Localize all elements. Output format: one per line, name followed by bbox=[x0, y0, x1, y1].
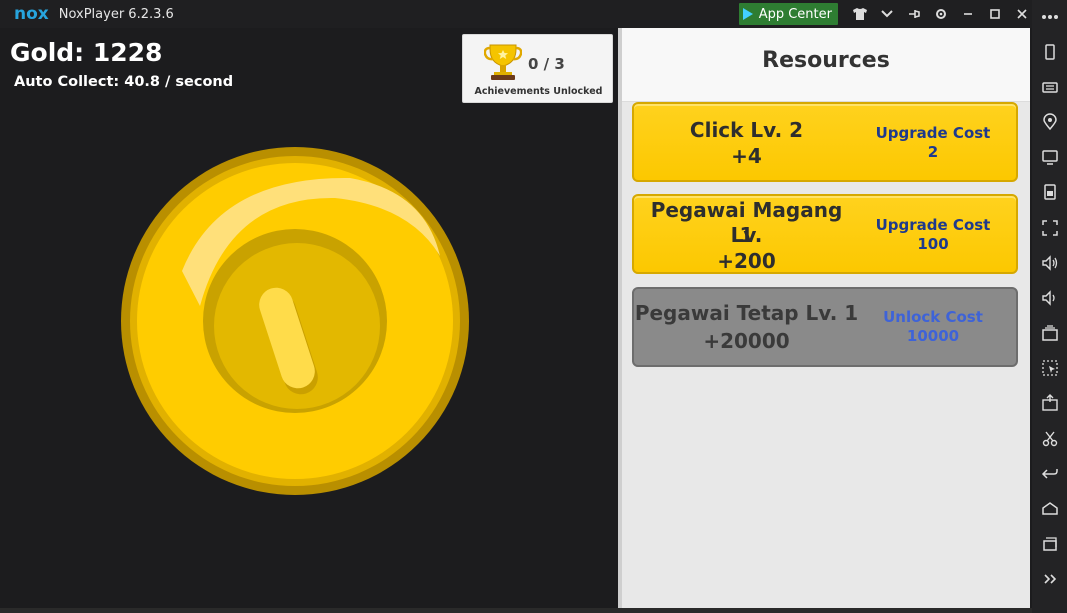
resources-header: Resources bbox=[622, 28, 1030, 102]
resource-card-pegawai-tetap-locked[interactable]: Pegawai Tetap Lv. 1 +20000 Unlock Cost 1… bbox=[632, 287, 1018, 367]
resource-name-level: 1 bbox=[739, 223, 754, 247]
resource-gain: +200 bbox=[717, 249, 776, 273]
scissors-icon[interactable] bbox=[1032, 421, 1067, 456]
resource-name: Pegawai Tetap Lv. 1 bbox=[634, 301, 859, 325]
nox-logo: nox bbox=[14, 4, 49, 24]
recent-apps-icon[interactable] bbox=[1032, 527, 1067, 562]
game-area: Gold: 1228 Auto Collect: 40.8 / second 0… bbox=[0, 28, 618, 608]
bottom-strip bbox=[0, 608, 1032, 613]
window-title: NoxPlayer 6.2.3.6 bbox=[58, 6, 174, 22]
cost-label: Upgrade Cost bbox=[875, 216, 991, 234]
resources-panel: Resources Click Lv. 2 +4 Upgrade Cost 2 … bbox=[622, 28, 1030, 608]
volume-down-icon[interactable] bbox=[1032, 280, 1067, 315]
cost-value: 100 bbox=[917, 235, 949, 253]
title-bar: nox NoxPlayer 6.2.3.6 App Center bbox=[0, 0, 1035, 28]
app-center-button[interactable]: App Center bbox=[738, 3, 838, 25]
pin-icon[interactable] bbox=[900, 0, 927, 28]
trophy-icon bbox=[484, 44, 522, 80]
cost-label: Upgrade Cost bbox=[875, 124, 991, 142]
more-icon[interactable] bbox=[1032, 6, 1067, 28]
title-bar-controls: App Center bbox=[738, 0, 1035, 28]
nox-player-window: nox NoxPlayer 6.2.3.6 App Center Gold: 1… bbox=[0, 0, 1067, 613]
achievements-count: 0 / 3 bbox=[528, 55, 565, 73]
apk-install-icon[interactable] bbox=[1032, 386, 1067, 421]
minimize-icon[interactable] bbox=[954, 0, 981, 28]
macro-icon[interactable] bbox=[1032, 351, 1067, 386]
chevron-down-icon[interactable] bbox=[873, 0, 900, 28]
cost-label: Unlock Cost bbox=[883, 308, 983, 326]
home-icon[interactable] bbox=[1032, 491, 1067, 526]
auto-collect-rate: Auto Collect: 40.8 / second bbox=[14, 74, 234, 90]
gold-coin-button[interactable] bbox=[120, 146, 470, 496]
cost-value: 2 bbox=[927, 143, 939, 161]
screen-icon[interactable] bbox=[1032, 140, 1067, 175]
multi-instance-icon[interactable] bbox=[1032, 316, 1067, 351]
achievements-label: Achievements Unlocked bbox=[474, 86, 603, 97]
play-store-icon bbox=[742, 8, 753, 20]
close-icon[interactable] bbox=[1008, 0, 1035, 28]
phone-rotate-icon[interactable] bbox=[1032, 34, 1067, 69]
resource-card-click[interactable]: Click Lv. 2 +4 Upgrade Cost 2 bbox=[632, 102, 1018, 182]
maximize-icon[interactable] bbox=[981, 0, 1008, 28]
resources-title: Resources bbox=[762, 48, 890, 73]
resource-card-pegawai-magang[interactable]: Pegawai Magang Lv. 1 +200 Upgrade Cost 1… bbox=[632, 194, 1018, 274]
fullscreen-icon[interactable] bbox=[1032, 210, 1067, 245]
resource-gain: +4 bbox=[731, 144, 762, 168]
location-icon[interactable] bbox=[1032, 104, 1067, 139]
gold-counter: Gold: 1228 bbox=[10, 38, 163, 67]
back-icon[interactable] bbox=[1032, 456, 1067, 491]
backup-icon[interactable] bbox=[1032, 175, 1067, 210]
volume-up-icon[interactable] bbox=[1032, 245, 1067, 280]
shirt-icon[interactable] bbox=[846, 0, 873, 28]
app-center-label: App Center bbox=[758, 6, 832, 22]
emulator-sidebar bbox=[1032, 0, 1067, 613]
resource-gain: +20000 bbox=[703, 329, 790, 353]
keyboard-icon[interactable] bbox=[1032, 69, 1067, 104]
expand-icon[interactable] bbox=[1032, 562, 1067, 597]
gear-icon[interactable] bbox=[927, 0, 954, 28]
resource-name: Click Lv. 2 bbox=[689, 118, 804, 142]
cost-value: 10000 bbox=[906, 327, 960, 345]
achievements-panel[interactable]: 0 / 3 Achievements Unlocked bbox=[462, 34, 613, 103]
